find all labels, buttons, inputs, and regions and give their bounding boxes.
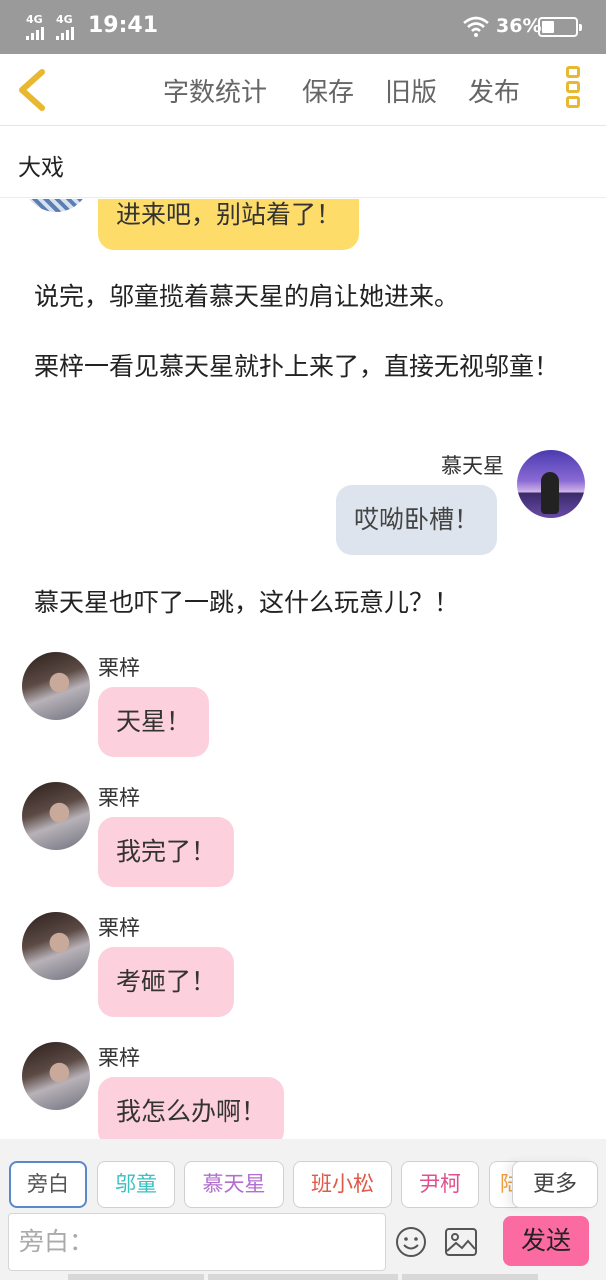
narration-text: 说完，邬童揽着慕天星的肩让她进来。 bbox=[34, 282, 460, 311]
character-chip-yinke[interactable]: 尹柯 bbox=[401, 1161, 479, 1208]
character-selector: 旁白 邬童 慕天星 班小松 尹柯 陆 更多 旁白： 发送 bbox=[0, 1139, 606, 1280]
clock: 19:41 bbox=[88, 13, 159, 38]
avatar[interactable] bbox=[22, 912, 90, 980]
old-version-button[interactable]: 旧版 bbox=[385, 72, 437, 109]
avatar[interactable] bbox=[517, 450, 585, 518]
character-chip-wutong[interactable]: 邬童 bbox=[97, 1161, 175, 1208]
network-type-1: 4G bbox=[26, 13, 43, 26]
status-bar: 4G 4G 19:41 36% bbox=[0, 0, 606, 54]
sender-name: 栗梓 bbox=[98, 916, 140, 940]
avatar[interactable] bbox=[22, 1042, 90, 1110]
battery-percent: 36% bbox=[496, 15, 542, 37]
editor-toolbar: 字数统计 保存 旧版 发布 bbox=[0, 54, 606, 126]
signal-bars-icon bbox=[26, 27, 44, 40]
chat-content[interactable]: 进来吧，别站着了！ 说完，邬童揽着慕天星的肩让她进来。 栗梓一看见慕天星就扑上来… bbox=[0, 199, 606, 1139]
message-input[interactable]: 旁白： bbox=[8, 1213, 386, 1271]
message-bubble[interactable]: 哎呦卧槽！ bbox=[336, 485, 498, 555]
character-chip-banxiaosong[interactable]: 班小松 bbox=[293, 1161, 392, 1208]
avatar[interactable] bbox=[22, 652, 90, 720]
save-button[interactable]: 保存 bbox=[302, 72, 354, 109]
signal-bars-icon bbox=[56, 27, 74, 40]
signal-indicator-1: 4G bbox=[26, 14, 44, 40]
send-button[interactable]: 发送 bbox=[503, 1216, 589, 1266]
message-bubble[interactable]: 我怎么办啊！ bbox=[98, 1077, 285, 1139]
sender-name: 栗梓 bbox=[98, 1046, 140, 1070]
narration-text: 慕天星也吓了一跳，这什么玩意儿？！ bbox=[34, 588, 460, 617]
message-bubble[interactable]: 我完了！ bbox=[98, 817, 235, 887]
avatar[interactable] bbox=[22, 782, 90, 850]
more-characters-button[interactable]: 更多 bbox=[512, 1161, 598, 1208]
character-chip-mutianxing[interactable]: 慕天星 bbox=[184, 1161, 284, 1208]
more-menu-button[interactable] bbox=[562, 66, 584, 116]
image-icon[interactable] bbox=[444, 1227, 478, 1257]
message-bubble[interactable]: 天星！ bbox=[98, 687, 210, 757]
back-button[interactable] bbox=[12, 66, 56, 114]
nav-indicator bbox=[68, 1274, 204, 1280]
battery-icon bbox=[538, 17, 582, 37]
character-chip-narrator[interactable]: 旁白 bbox=[9, 1161, 87, 1208]
avatar[interactable] bbox=[22, 199, 90, 212]
signal-indicator-2: 4G bbox=[56, 14, 74, 40]
nav-indicator bbox=[402, 1274, 538, 1280]
sender-name: 栗梓 bbox=[98, 656, 140, 680]
sender-name: 栗梓 bbox=[98, 786, 140, 810]
story-title-bar[interactable]: 大戏 bbox=[0, 126, 606, 198]
wifi-icon bbox=[463, 16, 489, 37]
message-bubble[interactable]: 进来吧，别站着了！ bbox=[98, 199, 360, 250]
narration-text: 栗梓一看见慕天星就扑上来了，直接无视邬童！ bbox=[34, 352, 560, 381]
word-count-button[interactable]: 字数统计 bbox=[163, 72, 267, 109]
emoji-icon[interactable] bbox=[394, 1225, 428, 1259]
message-bubble[interactable]: 考砸了！ bbox=[98, 947, 235, 1017]
publish-button[interactable]: 发布 bbox=[468, 72, 520, 109]
network-type-2: 4G bbox=[56, 13, 73, 26]
story-title: 大戏 bbox=[18, 155, 64, 181]
nav-indicator bbox=[208, 1274, 398, 1280]
sender-name: 慕天星 bbox=[441, 454, 504, 478]
